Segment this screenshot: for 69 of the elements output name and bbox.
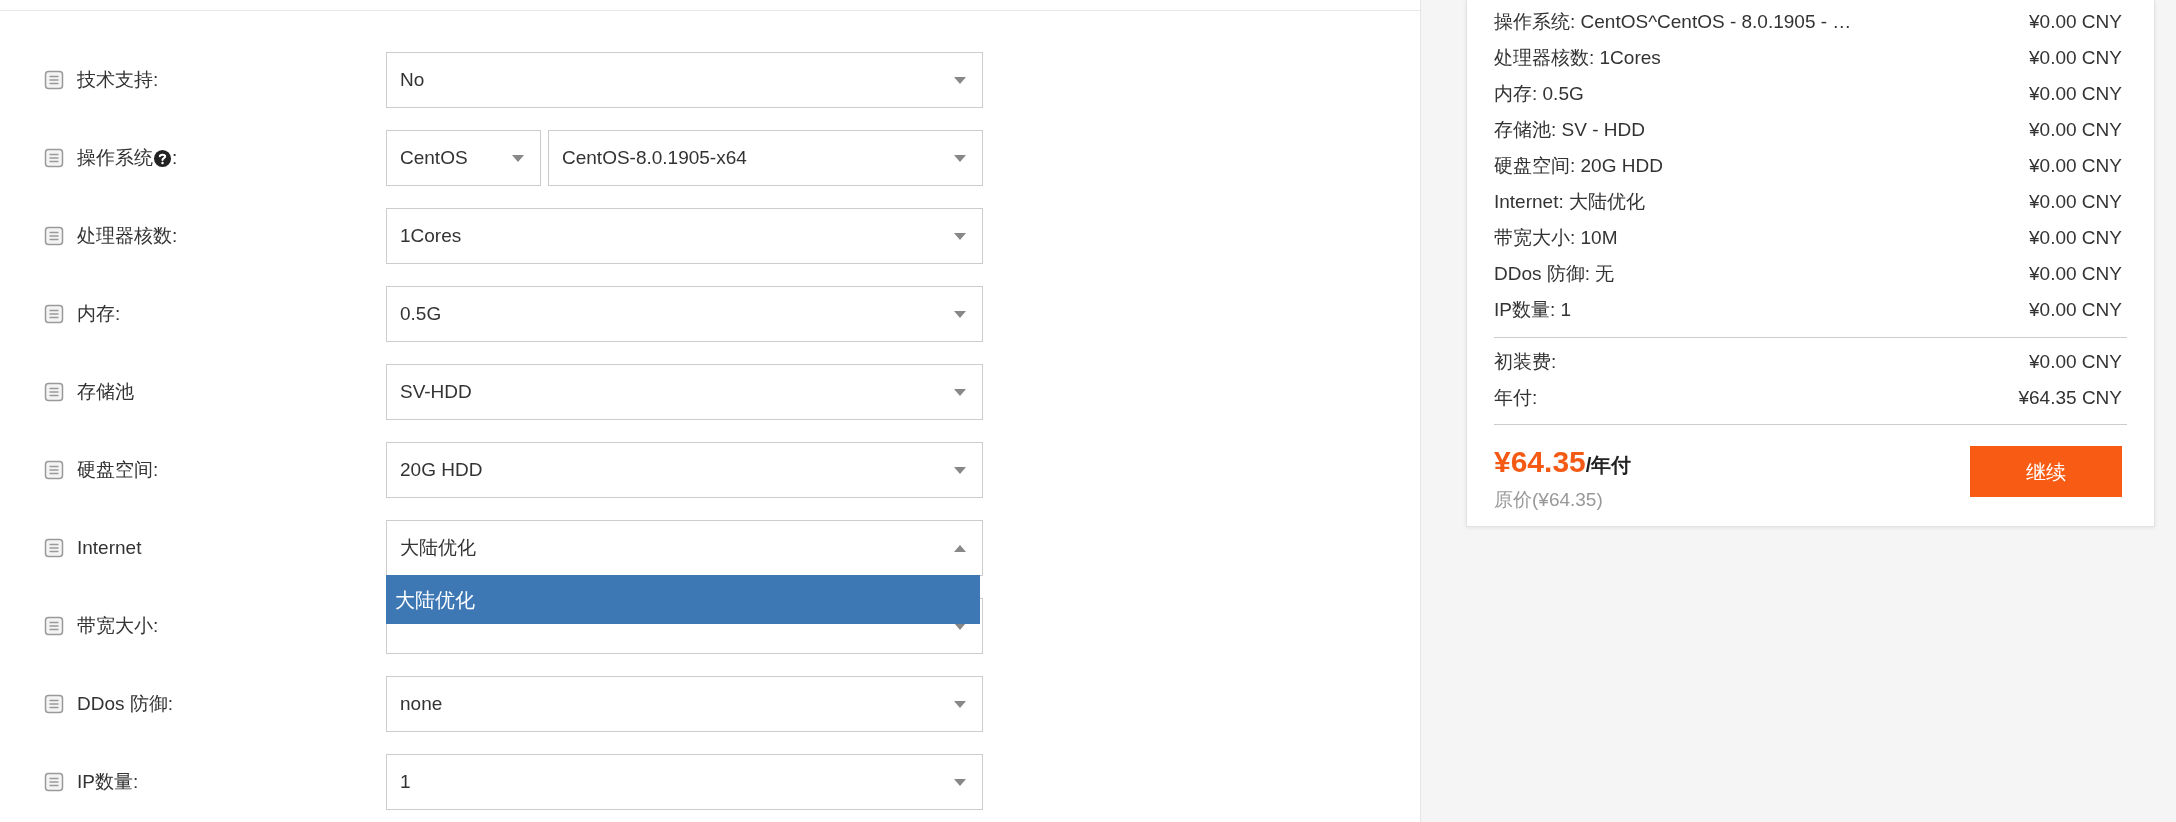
caret-down-icon xyxy=(954,154,966,162)
caret-down-icon xyxy=(954,76,966,84)
caret-down-icon xyxy=(954,310,966,318)
label-colon: : xyxy=(172,145,178,170)
caret-down-icon xyxy=(954,622,966,630)
billing-period: /年付 xyxy=(1585,454,1632,478)
field-label: 硬盘空间: xyxy=(77,457,159,482)
item-price: ¥0.00 CNY xyxy=(2029,81,2122,106)
summary-item: 内存: 0.5G xyxy=(1494,81,1584,106)
item-price: ¥0.00 CNY xyxy=(2029,261,2122,286)
list-icon xyxy=(44,616,64,636)
field-label: 处理器核数: xyxy=(77,223,178,248)
list-icon xyxy=(44,382,64,402)
field-label: Internet xyxy=(77,535,142,560)
field-label: 操作系统 xyxy=(77,145,153,170)
dropdown-option[interactable]: 大陆优化 xyxy=(386,575,980,624)
select-field[interactable]: SV-HDD xyxy=(386,364,983,420)
list-icon xyxy=(44,694,64,714)
summary-item: 带宽大小: 10M xyxy=(1494,225,1618,250)
caret-down-icon xyxy=(954,466,966,474)
item-price: ¥0.00 CNY xyxy=(2029,297,2122,322)
list-icon xyxy=(44,538,64,558)
summary-item: 硬盘空间: 20G HDD xyxy=(1494,153,1663,178)
summary-item: DDos 防御: 无 xyxy=(1494,261,1615,286)
total-price: ¥64.35 xyxy=(1494,444,1586,480)
caret-down-icon xyxy=(954,388,966,396)
list-icon xyxy=(44,148,64,168)
select-field[interactable]: 1Cores xyxy=(386,208,983,264)
list-icon xyxy=(44,772,64,792)
fee-label: 年付: xyxy=(1494,385,1538,410)
select-field[interactable]: No xyxy=(386,52,983,108)
item-price: ¥0.00 CNY xyxy=(2029,189,2122,214)
caret-down-icon xyxy=(954,778,966,786)
summary-item: Internet: 大陆优化 xyxy=(1494,189,1645,214)
list-icon xyxy=(44,460,64,480)
item-price: ¥0.00 CNY xyxy=(2029,153,2122,178)
summary-item: 处理器核数: 1Cores xyxy=(1494,45,1661,70)
select-field[interactable]: none xyxy=(386,676,983,732)
original-price: 原价(¥64.35) xyxy=(1494,488,1604,512)
select-field[interactable]: 大陆优化 xyxy=(386,520,983,576)
summary-item: 操作系统: CentOS^CentOS - 8.0.1905 - … xyxy=(1494,9,1852,34)
summary-item: 存储池: SV - HDD xyxy=(1494,117,1645,142)
select-field[interactable]: CentOS-8.0.1905-x64 xyxy=(548,130,983,186)
item-price: ¥0.00 CNY xyxy=(2029,117,2122,142)
fee-price: ¥64.35 CNY xyxy=(2018,385,2122,410)
list-icon xyxy=(44,226,64,246)
caret-down-icon xyxy=(512,154,524,162)
select-field[interactable]: CentOS xyxy=(386,130,541,186)
select-field[interactable]: 0.5G xyxy=(386,286,983,342)
caret-down-icon xyxy=(954,700,966,708)
field-label: 带宽大小: xyxy=(77,613,159,638)
field-label: 存储池 xyxy=(77,379,134,404)
field-label: DDos 防御: xyxy=(77,691,174,716)
item-price: ¥0.00 CNY xyxy=(2029,225,2122,250)
list-icon xyxy=(44,70,64,90)
select-field[interactable]: 1 xyxy=(386,754,983,810)
item-price: ¥0.00 CNY xyxy=(2029,45,2122,70)
fee-price: ¥0.00 CNY xyxy=(2029,349,2122,374)
list-icon xyxy=(44,304,64,324)
field-label: IP数量: xyxy=(77,769,139,794)
field-label: 内存: xyxy=(77,301,121,326)
caret-up-icon xyxy=(954,544,966,552)
select-field[interactable]: 20G HDD xyxy=(386,442,983,498)
field-label: 技术支持: xyxy=(77,67,159,92)
summary-item: IP数量: 1 xyxy=(1494,297,1572,322)
help-icon[interactable] xyxy=(153,148,172,168)
caret-down-icon xyxy=(954,232,966,240)
item-price: ¥0.00 CNY xyxy=(2029,9,2122,34)
fee-label: 初装费: xyxy=(1494,349,1557,374)
